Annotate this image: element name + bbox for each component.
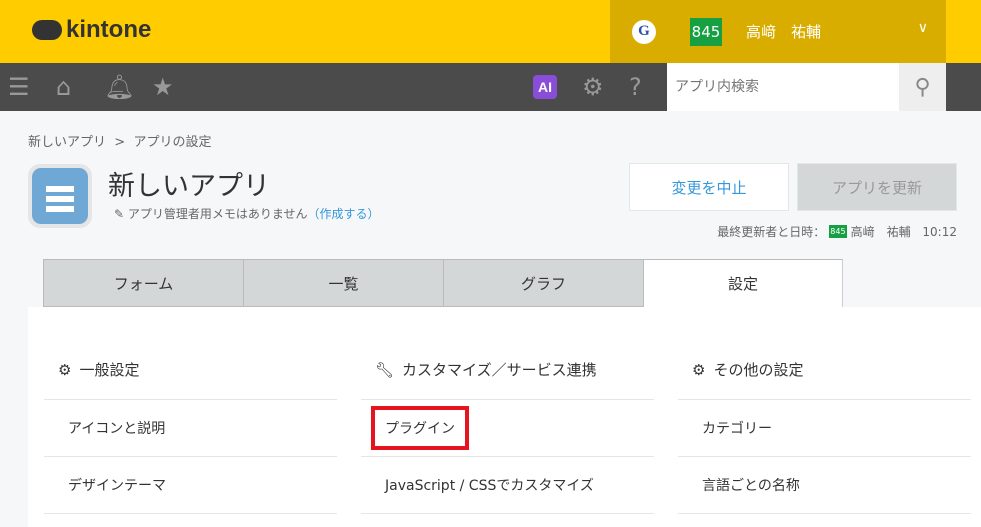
tab-form[interactable]: フォーム (43, 259, 243, 307)
tab-graph[interactable]: グラフ (443, 259, 643, 307)
memo-icon: ✎ (114, 207, 125, 221)
language-names-link[interactable]: 言語ごとの名称 (678, 457, 971, 514)
chevron-down-icon: ∨ (917, 20, 928, 36)
star-icon[interactable]: ★ (152, 73, 174, 101)
ai-button[interactable]: AI (533, 75, 557, 99)
wrench-icon: 🔧︎ (375, 360, 395, 379)
gear-icon[interactable]: ⚙ (582, 73, 604, 101)
memo-text: アプリ管理者用メモはありません (127, 207, 308, 221)
user-avatar: 845 (690, 17, 722, 46)
tab-list[interactable]: 一覧 (243, 259, 443, 307)
last-updated: 最終更新者と日時： 845 高﨑 祐輔 10:12 (717, 223, 957, 240)
icon-description-link[interactable]: アイコンと説明 (44, 400, 337, 457)
breadcrumb: 新しいアプリ > アプリの設定 (28, 131, 211, 150)
section-title: カスタマイズ／サービス連携 (402, 361, 597, 379)
page-title: 新しいアプリ (108, 171, 270, 202)
help-icon[interactable]: ? (629, 73, 642, 101)
kintone-logo[interactable]: kintone (32, 16, 151, 44)
gears-icon: ⚙ (692, 360, 706, 379)
updater-name: 高﨑 祐輔 (850, 225, 911, 239)
js-css-link[interactable]: JavaScript / CSSでカスタマイズ (361, 457, 654, 514)
breadcrumb-current: アプリの設定 (133, 135, 212, 150)
breadcrumb-sep: > (114, 135, 126, 150)
updated-time: 10:12 (922, 224, 957, 239)
cancel-button[interactable]: 変更を中止 (629, 163, 789, 211)
tab-settings[interactable]: 設定 (643, 259, 843, 307)
bell-icon[interactable]: 🔔︎ (104, 73, 134, 101)
breadcrumb-app[interactable]: 新しいアプリ (28, 135, 106, 150)
search-input[interactable] (667, 63, 899, 111)
user-menu[interactable]: 845 高﨑 祐輔 ∨ (668, 0, 946, 63)
section-title: 一般設定 (79, 361, 140, 379)
section-title: その他の設定 (713, 361, 804, 379)
user-name: 高﨑 祐輔 (746, 23, 822, 41)
last-updated-label: 最終更新者と日時： (717, 225, 826, 239)
design-theme-link[interactable]: デザインテーマ (44, 457, 337, 514)
logo-text: kintone (66, 16, 152, 43)
section-customize: 🔧︎ カスタマイズ／サービス連携 プラグイン JavaScript / CSSでカ… (361, 340, 654, 514)
section-general: ⚙ 一般設定 アイコンと説明 デザインテーマ (44, 340, 337, 514)
updater-avatar: 845 (829, 225, 847, 238)
cloud-icon (32, 20, 62, 40)
menu-icon[interactable]: ☰ (8, 73, 30, 101)
home-icon[interactable]: ⌂ (56, 73, 71, 101)
gear-icon: ⚙ (58, 360, 72, 379)
top-header: kintone G 845 高﨑 祐輔 ∨ (0, 0, 981, 63)
g-icon: G (632, 19, 656, 44)
tabs: フォーム 一覧 グラフ 設定 (43, 259, 843, 307)
app-icon (28, 164, 92, 228)
update-app-button[interactable]: アプリを更新 (797, 163, 957, 211)
section-other: ⚙ その他の設定 カテゴリー 言語ごとの名称 (678, 340, 971, 514)
category-link[interactable]: カテゴリー (678, 400, 971, 457)
search-button[interactable]: ⚲ (899, 63, 946, 111)
search-icon: ⚲ (914, 74, 931, 100)
plugin-link[interactable]: プラグイン (371, 406, 469, 450)
app-memo: ✎ アプリ管理者用メモはありません（作成する） (114, 205, 380, 222)
create-memo-link[interactable]: （作成する） (308, 207, 380, 221)
